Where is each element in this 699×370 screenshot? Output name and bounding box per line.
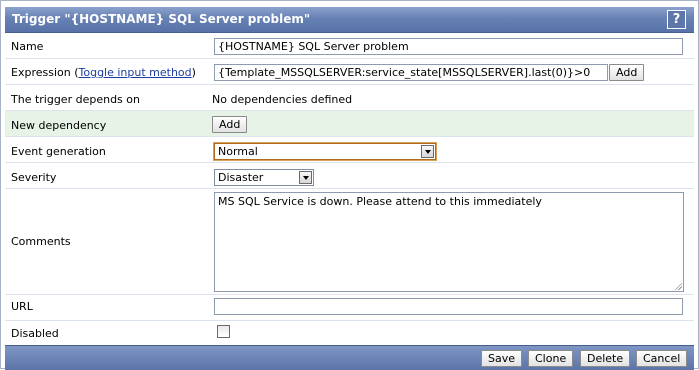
- event-generation-label: Event generation: [11, 145, 106, 158]
- expression-label: Expression (Toggle input method): [11, 66, 196, 79]
- toggle-input-method-link[interactable]: Toggle input method: [79, 66, 192, 79]
- name-input[interactable]: {HOSTNAME} SQL Server problem: [214, 38, 683, 55]
- expression-label-suffix: ): [191, 66, 196, 79]
- comments-textarea[interactable]: MS SQL Service is down. Please attend to…: [214, 192, 684, 292]
- dialog-title: Trigger "{HOSTNAME} SQL Server problem": [12, 12, 311, 26]
- new-dependency-add-button[interactable]: Add: [212, 116, 248, 133]
- trigger-dialog: Trigger "{HOSTNAME} SQL Server problem" …: [0, 0, 699, 370]
- clone-button[interactable]: Clone: [528, 350, 574, 367]
- comments-text: MS SQL Service is down. Please attend to…: [218, 195, 542, 208]
- resize-grip-icon[interactable]: [674, 282, 682, 290]
- help-icon[interactable]: ?: [667, 10, 686, 29]
- expression-label-prefix: Expression (: [11, 66, 79, 79]
- severity-label: Severity: [11, 171, 57, 184]
- expression-input[interactable]: {Template_MSSQLSERVER:service_state[MSSQ…: [214, 64, 608, 81]
- name-label: Name: [11, 40, 44, 53]
- new-dependency-row: New dependency Add: [5, 111, 694, 137]
- new-dependency-label: New dependency: [11, 119, 107, 132]
- severity-row: Severity Disaster: [5, 163, 694, 189]
- chevron-down-icon[interactable]: [421, 145, 434, 158]
- disabled-checkbox[interactable]: [217, 325, 230, 338]
- trigger-form: Name {HOSTNAME} SQL Server problem Expre…: [5, 33, 694, 345]
- disabled-label: Disabled: [11, 327, 59, 340]
- button-bar: Save Clone Delete Cancel: [5, 345, 694, 370]
- comments-label: Comments: [11, 235, 71, 248]
- event-generation-row: Event generation Normal: [5, 137, 694, 163]
- cancel-button[interactable]: Cancel: [636, 350, 688, 367]
- title-bar: Trigger "{HOSTNAME} SQL Server problem" …: [5, 7, 694, 33]
- chevron-down-icon[interactable]: [299, 171, 312, 184]
- url-row: URL: [5, 295, 694, 321]
- save-button[interactable]: Save: [481, 350, 523, 367]
- expression-add-button[interactable]: Add: [609, 64, 645, 81]
- event-generation-value: Normal: [218, 145, 258, 158]
- event-generation-select[interactable]: Normal: [214, 143, 436, 160]
- severity-select[interactable]: Disaster: [214, 169, 314, 186]
- url-input[interactable]: [214, 298, 683, 315]
- url-label: URL: [11, 300, 33, 313]
- depends-on-label: The trigger depends on: [11, 93, 140, 106]
- name-row: Name {HOSTNAME} SQL Server problem: [5, 33, 694, 59]
- depends-on-row: The trigger depends on No dependencies d…: [5, 85, 694, 111]
- expression-row: Expression (Toggle input method) {Templa…: [5, 59, 694, 85]
- disabled-row: Disabled: [5, 321, 694, 345]
- severity-value: Disaster: [218, 171, 264, 184]
- delete-button[interactable]: Delete: [580, 350, 631, 367]
- depends-on-value: No dependencies defined: [212, 93, 353, 106]
- comments-row: Comments MS SQL Service is down. Please …: [5, 189, 694, 295]
